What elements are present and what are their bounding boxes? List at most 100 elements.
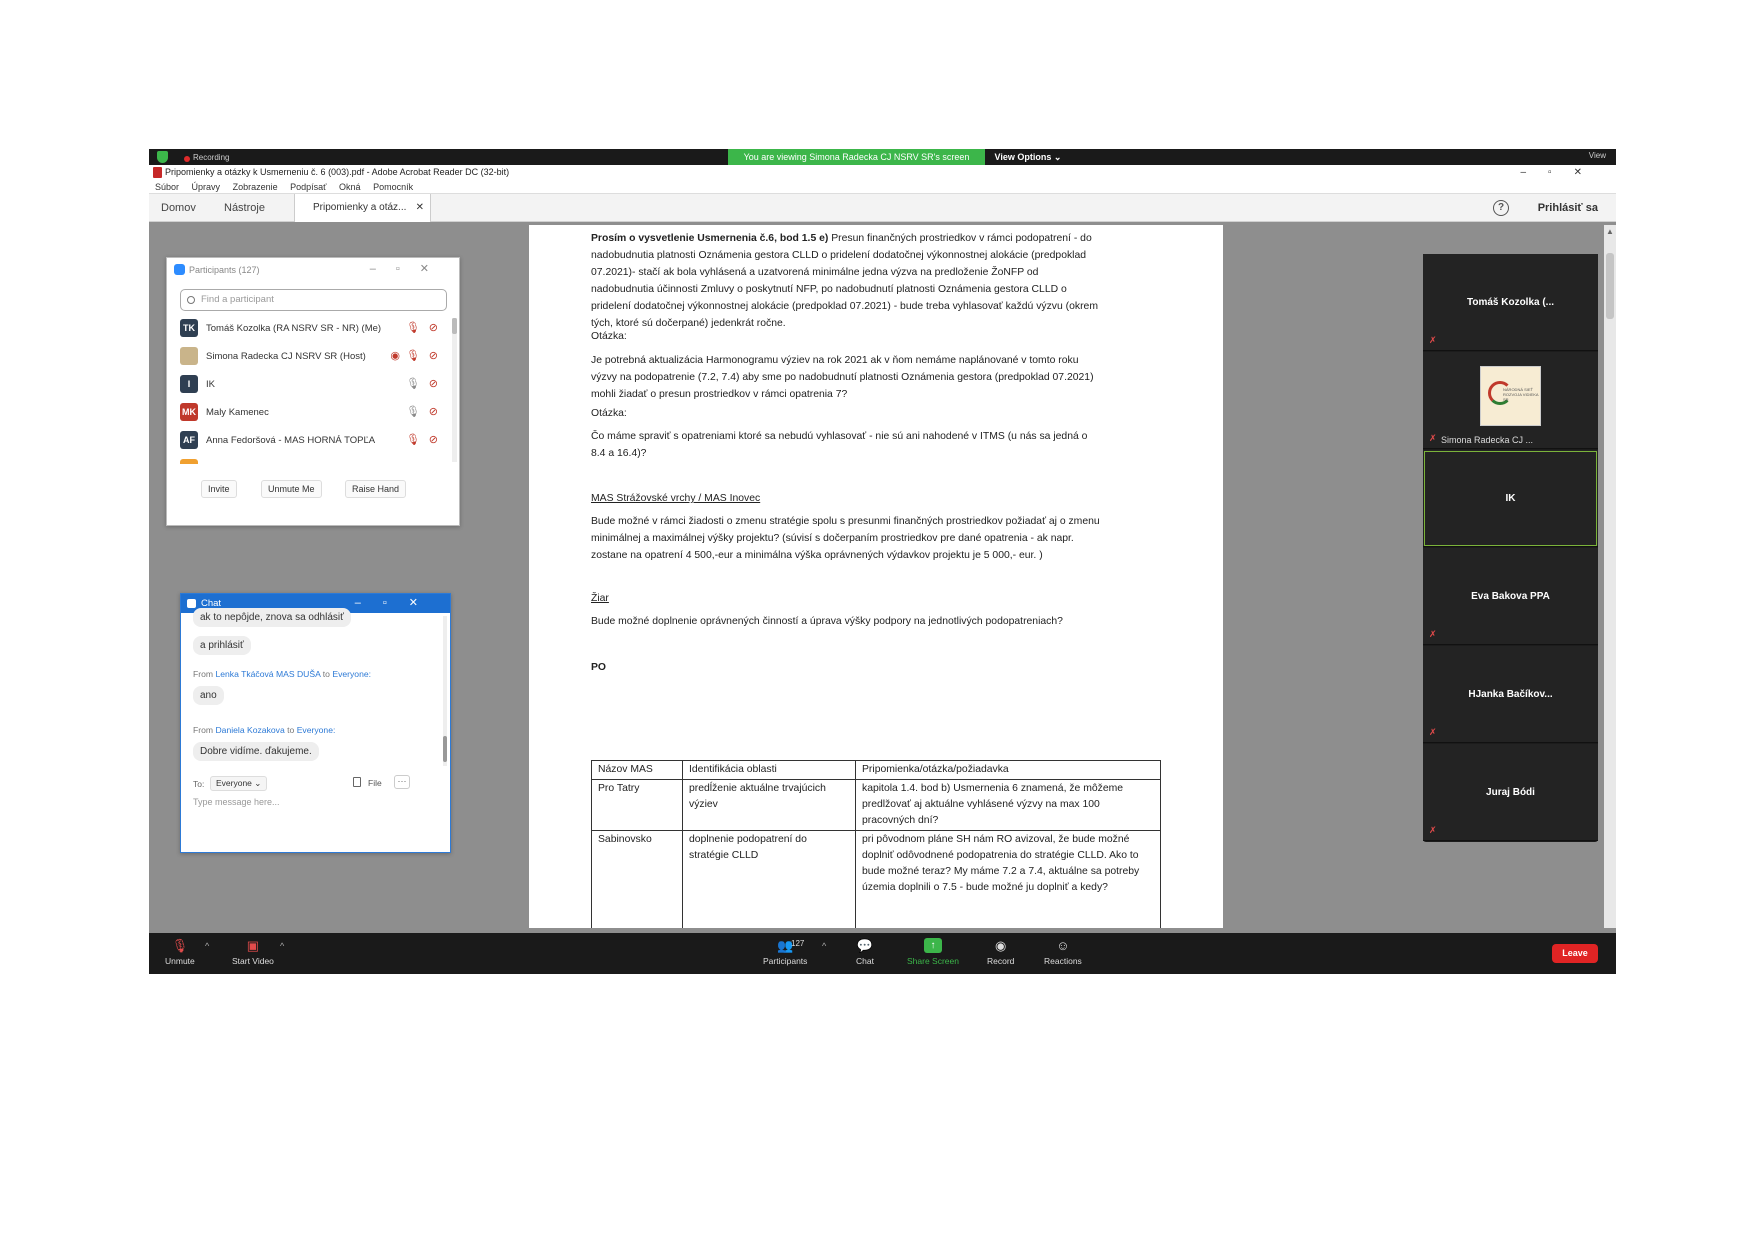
table-header: Pripomienka/otázka/požiadavka	[855, 760, 1161, 780]
sender-name[interactable]: Lenka Tkáčová MAS DUŠA	[215, 669, 320, 679]
chevron-up-icon[interactable]: ^	[822, 941, 826, 951]
mic-icon[interactable]: 🎙	[406, 377, 420, 390]
view-button[interactable]: View	[1589, 151, 1606, 160]
sign-in-link[interactable]: Prihlásiť sa	[1538, 202, 1598, 214]
participants-title: Participants (127)	[189, 265, 260, 275]
menu-subor[interactable]: Súbor	[155, 182, 179, 192]
participants-scrollbar[interactable]	[452, 318, 457, 462]
video-tile[interactable]: Eva Bakova PPA ✗	[1423, 548, 1598, 645]
menu-pomocnik[interactable]: Pomocník	[373, 182, 413, 192]
scroll-thumb[interactable]	[1606, 253, 1614, 319]
sender-name[interactable]: Daniela Kozakova	[215, 725, 284, 735]
nav-home[interactable]: Domov	[161, 202, 196, 214]
mic-muted-icon[interactable]: 🎙	[406, 321, 420, 334]
invite-button[interactable]: Invite	[201, 480, 237, 498]
video-tile[interactable]: Tomáš Kozolka (... ✗	[1423, 254, 1598, 351]
table-cell: Pro Tatry	[591, 779, 683, 831]
zoom-icon	[174, 264, 185, 275]
document-tab[interactable]: Pripomienky a otáz... ✕	[294, 194, 431, 222]
help-icon[interactable]: ?	[1493, 200, 1509, 216]
camera-off-icon[interactable]: ⊘	[429, 433, 438, 446]
reactions-icon: ☺	[1056, 938, 1070, 953]
tile-name: Eva Bakova PPA	[1471, 591, 1550, 602]
participant-name: IK	[206, 379, 215, 390]
chat-recipient-select[interactable]: Everyone ⌄	[210, 776, 268, 791]
participant-name: Tomáš Kozolka (RA NSRV SR - NR) (Me)	[206, 323, 382, 334]
recipient[interactable]: Everyone:	[297, 725, 336, 735]
close-icon[interactable]: ✕	[416, 194, 424, 222]
chat-scrollbar[interactable]	[443, 616, 447, 766]
mic-muted-icon: 🎙	[171, 938, 189, 953]
camera-off-icon[interactable]: ⊘	[429, 377, 438, 390]
window-controls[interactable]: –▫✕	[1521, 165, 1605, 180]
window-controls[interactable]: –▫✕	[370, 262, 449, 275]
participant-search-input[interactable]: Find a participant	[180, 289, 447, 311]
chat-button[interactable]: 💬 Chat	[856, 938, 874, 966]
participant-name: Anna Fedoršová - MAS HORNÁ TOPĽA	[206, 435, 376, 446]
file-button[interactable]: File	[368, 778, 382, 788]
file-icon[interactable]	[353, 777, 361, 787]
table-header-row: Názov MAS Identifikácia oblasti Pripomie…	[591, 760, 1161, 780]
menu-upravy[interactable]: Úpravy	[192, 182, 221, 192]
share-screen-button[interactable]: ↑ Share Screen	[907, 938, 959, 966]
video-tile[interactable]: NÁRODNÁ SIEŤ ROZVOJA VIDIEKA SR ✗ Simona…	[1423, 352, 1598, 449]
video-tile[interactable]: HJanka Bačíkov... ✗	[1423, 646, 1598, 743]
avatar: AF	[180, 431, 198, 449]
share-screen-label: Share Screen	[907, 956, 959, 966]
shield-icon[interactable]	[157, 151, 168, 163]
participant-row[interactable]: AF Anna Fedoršová - MAS HORNÁ TOPĽA 🎙 ⊘	[180, 428, 442, 456]
participant-row[interactable]: I IK 🎙 ⊘	[180, 372, 442, 400]
camera-off-icon[interactable]: ⊘	[429, 405, 438, 418]
chevron-up-icon[interactable]: ^	[205, 941, 209, 951]
view-options-button[interactable]: View Options ⌄	[987, 149, 1069, 165]
mic-muted-icon: ✗	[1429, 433, 1437, 443]
mic-muted-icon[interactable]: 🎙	[406, 433, 420, 446]
nav-tools[interactable]: Nástroje	[224, 202, 265, 214]
camera-off-icon[interactable]: ⊘	[429, 349, 438, 362]
menu-okna[interactable]: Okná	[339, 182, 361, 192]
chat-label: Chat	[856, 956, 874, 966]
viewing-banner: You are viewing Simona Radecka CJ NSRV S…	[728, 149, 985, 165]
table-cell: kapitola 1.4. bod b) Usmernenia 6 znamen…	[855, 779, 1161, 831]
chevron-up-icon[interactable]: ^	[280, 941, 284, 951]
unmute-me-button[interactable]: Unmute Me	[261, 480, 322, 498]
participant-row-partial[interactable]	[180, 456, 442, 464]
pdf-scrollbar[interactable]: ▲	[1604, 225, 1616, 928]
more-icon[interactable]: ···	[394, 775, 410, 789]
chat-panel: Chat –▫✕ ak to nepôjde, znova sa odhlási…	[180, 593, 451, 853]
chat-icon: 💬	[856, 938, 874, 953]
participant-row[interactable]: MK Maly Kamenec 🎙 ⊘	[180, 400, 442, 428]
raise-hand-button[interactable]: Raise Hand	[345, 480, 407, 498]
reactions-button[interactable]: ☺ Reactions	[1044, 938, 1082, 966]
mic-icon[interactable]: 🎙	[406, 405, 420, 418]
video-tile[interactable]: IK	[1423, 450, 1598, 547]
question-2: Čo máme spraviť s opatreniami ktoré sa n…	[591, 431, 1088, 459]
participant-row[interactable]: Simona Radecka CJ NSRV SR (Host) ◉ 🎙 ⊘	[180, 344, 442, 372]
avatar	[180, 459, 198, 464]
recipient[interactable]: Everyone:	[332, 669, 371, 679]
leave-button[interactable]: Leave	[1552, 944, 1598, 963]
window-controls[interactable]: –▫✕	[355, 594, 440, 613]
camera-off-icon[interactable]: ⊘	[429, 321, 438, 334]
scroll-up-icon[interactable]: ▲	[1606, 227, 1614, 236]
menu-zobrazenie[interactable]: Zobrazenie	[233, 182, 278, 192]
unmute-button[interactable]: 🎙 Unmute	[165, 938, 195, 966]
start-video-button[interactable]: ▣ Start Video	[232, 938, 274, 966]
scroll-thumb[interactable]	[443, 736, 447, 762]
tile-name: Simona Radecka CJ ...	[1441, 435, 1534, 445]
menu-podpisat[interactable]: Podpísať	[290, 182, 326, 192]
chat-sender: From Lenka Tkáčová MAS DUŠA to Everyone:	[193, 669, 371, 679]
participant-row[interactable]: TK Tomáš Kozolka (RA NSRV SR - NR) (Me) …	[180, 316, 442, 344]
video-tile[interactable]: Juraj Bódi ✗	[1423, 744, 1598, 841]
record-button[interactable]: ◉ Record	[987, 938, 1014, 966]
chat-message: ano	[193, 686, 224, 705]
zoom-top-bar: Recording You are viewing Simona Radecka…	[149, 149, 1616, 165]
mic-muted-icon[interactable]: 🎙	[406, 349, 420, 362]
scroll-thumb[interactable]	[452, 318, 457, 334]
record-icon: ◉	[390, 350, 400, 362]
question-1: Je potrebná aktualizácia Harmonogramu vý…	[591, 355, 1094, 400]
window-title: Pripomienky a otázky k Usmerneniu č. 6 (…	[165, 167, 510, 177]
mic-muted-icon: ✗	[1429, 727, 1437, 737]
participants-button[interactable]: 👥 127 Participants	[763, 938, 807, 966]
chat-message-input[interactable]: Type message here...	[193, 797, 280, 807]
